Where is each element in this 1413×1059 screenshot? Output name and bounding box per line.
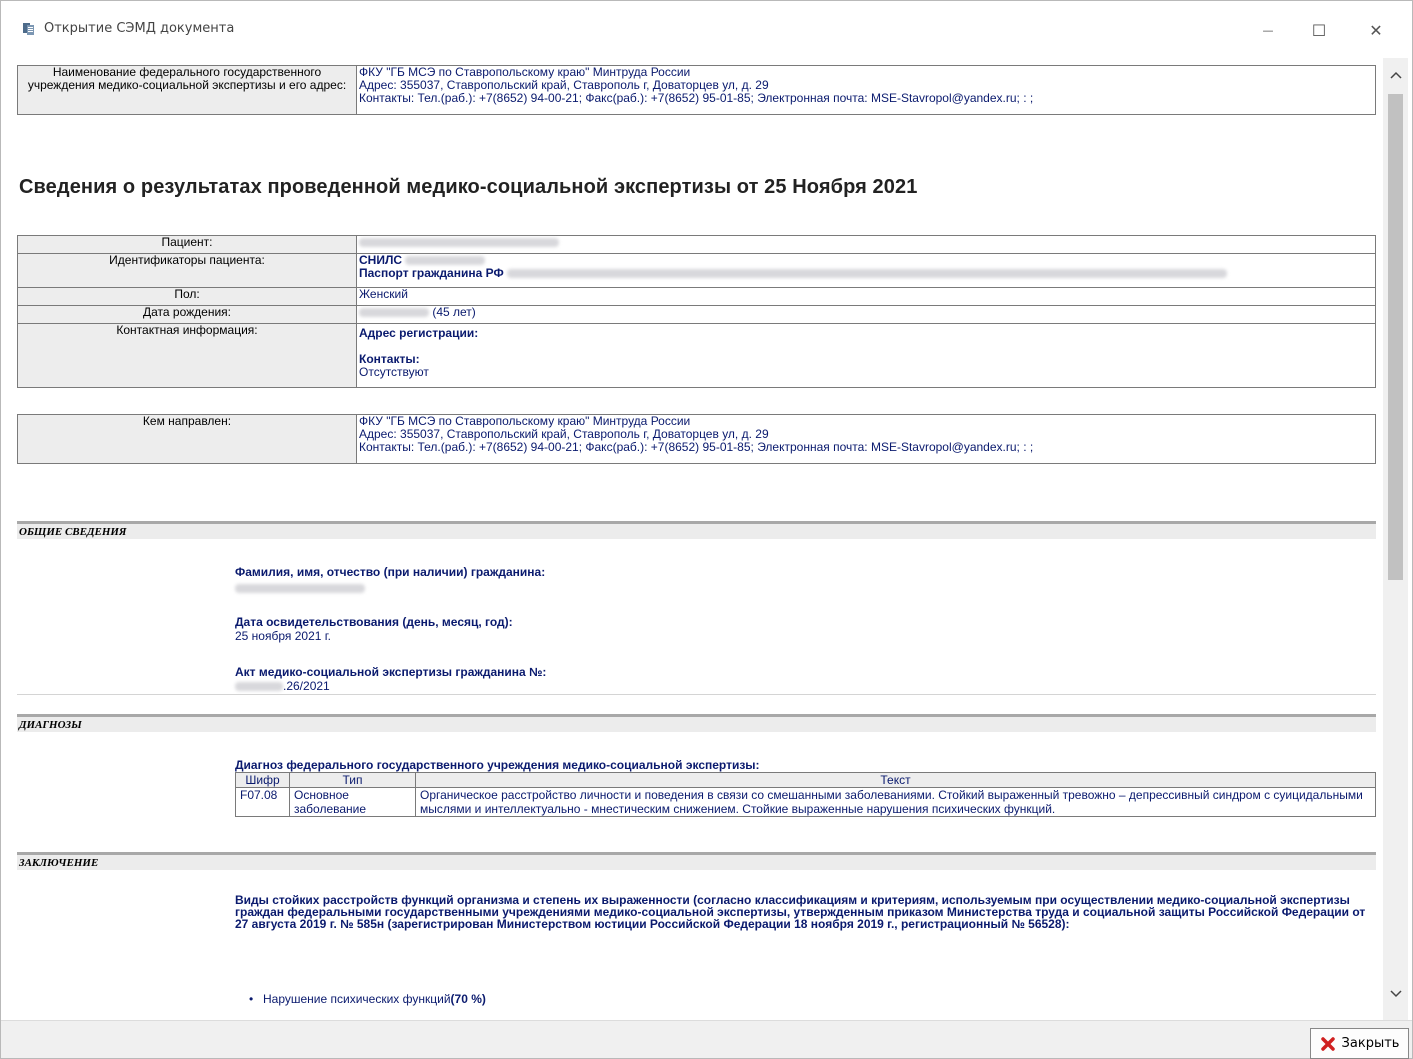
scroll-down-button[interactable] [1383,983,1408,1005]
contacts-label: Контакты: [359,352,420,366]
maximize-button[interactable]: ☐ [1296,13,1342,47]
patient-name-value [356,235,1376,254]
minimize-button[interactable]: — [1245,13,1291,47]
org-header-label: Наименование федерального государственно… [17,65,357,115]
fio-value [235,581,365,595]
fio-label: Фамилия, имя, отчество (при наличии) гра… [235,565,546,579]
conclusion-paragraph: Виды стойких расстройств функций организ… [235,893,1366,931]
scroll-up-button[interactable] [1383,64,1408,86]
section-general-title: ОБЩИЕ СВЕДЕНИЯ [19,526,127,538]
contact-info-value: Адрес регистрации: Контакты: Отсутствуют [356,323,1376,388]
diagnosis-table: Шифр Тип Текст F07.08 Основное заболеван… [235,772,1376,817]
vertical-scrollbar[interactable] [1383,58,1408,1020]
close-button[interactable]: Закрыть [1310,1028,1409,1059]
list-item: Нарушение психических функций(70 %) [249,992,486,1006]
diagnosis-code: F07.08 [235,787,290,817]
exam-date-value: 25 ноября 2021 г. [235,629,331,643]
referrer-contacts: Контакты: Тел.(раб.): +7(8652) 94-00-21;… [359,440,1034,454]
org-contacts: Контакты: Тел.(раб.): +7(8652) 94-00-21;… [359,91,1034,105]
sex-value: Женский [356,287,1376,306]
dob-value: (45 лет) [356,305,1376,324]
col-text-header: Текст [415,772,1376,788]
impairment-label: Нарушение психических функций [263,992,451,1006]
dob-label: Дата рождения: [17,305,357,324]
maximize-icon: ☐ [1311,20,1327,40]
scrollbar-thumb[interactable] [1388,94,1403,580]
window-close-button[interactable]: ✕ [1353,13,1399,47]
window: Открытие СЭМД документа — ☐ ✕ Наименован… [0,0,1413,1059]
section-conclusion: ЗАКЛЮЧЕНИЕ [17,852,1376,870]
referrer-table: Кем направлен: ФКУ "ГБ МСЭ по Ставрополь… [17,414,1376,464]
page-title: Сведения о результатах проведенной медик… [19,176,918,198]
table-row: F07.08 Основное заболевание Органическое… [235,787,1376,817]
snils-label: СНИЛС [359,253,403,267]
chevron-up-icon [1389,71,1402,79]
act-label: Акт медико-социальной экспертизы граждан… [235,665,547,679]
referrer-label: Кем направлен: [17,414,357,464]
bottom-bar: Закрыть [1,1020,1412,1059]
section-diagnoses-title: ДИАГНОЗЫ [19,719,82,731]
app-icon [23,23,34,35]
impairment-value: (70 %) [450,992,486,1006]
act-number-suffix: .26/2021 [283,679,330,693]
act-value: .26/2021 [235,679,330,693]
diagnosis-type: Основное заболевание [289,787,416,817]
close-button-label: Закрыть [1341,1036,1400,1051]
sex-label: Пол: [17,287,357,306]
section-conclusion-title: ЗАКЛЮЧЕНИЕ [19,857,99,869]
divider [17,694,1376,695]
diagnosis-caption: Диагноз федерального государственного уч… [235,758,760,772]
org-header-value: ФКУ "ГБ МСЭ по Ставропольскому краю" Мин… [356,65,1376,115]
close-icon: ✕ [1369,20,1383,40]
title-bar[interactable]: Открытие СЭМД документа — ☐ ✕ [1,1,1412,58]
contacts-value: Отсутствуют [359,365,429,379]
passport-label: Паспорт гражданина РФ [359,266,504,280]
contact-info-label: Контактная информация: [17,323,357,388]
col-code-header: Шифр [235,772,290,788]
section-general: ОБЩИЕ СВЕДЕНИЯ [17,521,1376,539]
patient-ids-label: Идентификаторы пациента: [17,253,357,288]
exam-date-label: Дата освидетельствования (день, месяц, г… [235,615,513,629]
section-diagnoses: ДИАГНОЗЫ [17,714,1376,732]
window-title: Открытие СЭМД документа [44,21,235,36]
col-type-header: Тип [289,772,416,788]
diagnosis-text: Органическое расстройство личности и пов… [415,787,1376,817]
red-x-icon [1320,1036,1335,1051]
diagnosis-table-header: Шифр Тип Текст [235,772,1376,788]
patient-ids-value: СНИЛС Паспорт гражданина РФ [356,253,1376,288]
patient-table: Пациент: Идентификаторы пациента: СНИЛС … [17,235,1376,388]
chevron-down-icon [1389,990,1402,998]
minimize-icon: — [1262,23,1274,37]
document-view[interactable]: Наименование федерального государственно… [9,58,1383,1020]
age-value: (45 лет) [432,305,476,319]
patient-label: Пациент: [17,235,357,254]
org-header-table: Наименование федерального государственно… [17,65,1376,115]
reg-address-label: Адрес регистрации: [359,326,479,340]
referrer-value: ФКУ "ГБ МСЭ по Ставропольскому краю" Мин… [356,414,1376,464]
